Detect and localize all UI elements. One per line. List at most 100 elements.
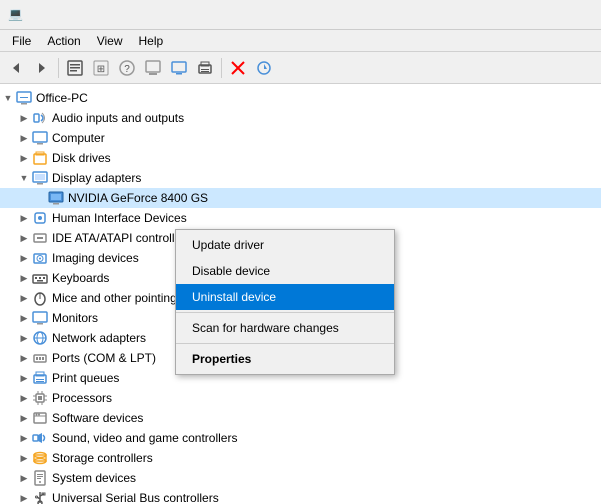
context-menu-separator [176,312,394,313]
menu-file[interactable]: File [4,32,39,50]
app-icon: 💻 [8,7,24,23]
menu-view[interactable]: View [89,32,131,50]
tree-item-label-storage: Storage controllers [52,451,153,465]
toolbar-monitor[interactable] [167,56,191,80]
tree-item-label-system: System devices [52,471,136,485]
context-menu-item-uninstall-device[interactable]: Uninstall device [176,284,394,310]
tree-item-label-display: Display adapters [52,171,141,185]
tree-item-icon-processors [32,390,48,406]
tree-item-icon-display [32,170,48,186]
toolbar-update-driver[interactable]: ⊞ [89,56,113,80]
context-menu: Update driverDisable deviceUninstall dev… [175,229,395,375]
tree-item-icon-monitors [32,310,48,326]
toolbar-disable[interactable] [226,56,250,80]
tree-item-label-print: Print queues [52,371,119,385]
tree-item-icon-ide [32,230,48,246]
menu-action[interactable]: Action [39,32,88,50]
tree-item-hid[interactable]: ▶ Human Interface Devices [0,208,601,228]
tree-item-label-nvidia: NVIDIA GeForce 8400 GS [68,191,208,205]
tree-expander[interactable]: ▶ [16,128,32,148]
tree-item-sound[interactable]: ▶ Sound, video and game controllers [0,428,601,448]
tree-item-nvidia[interactable]: NVIDIA GeForce 8400 GS [0,188,601,208]
toolbar-properties[interactable] [63,56,87,80]
context-menu-item-update-driver[interactable]: Update driver [176,232,394,258]
tree-expander[interactable]: ▶ [16,448,32,468]
tree-item-label-office-pc: Office-PC [36,91,88,105]
tree-expander[interactable]: ▶ [16,468,32,488]
tree-item-label-hid: Human Interface Devices [52,211,187,225]
tree-item-icon-keyboards [32,270,48,286]
tree-expander[interactable]: ▶ [16,268,32,288]
tree-item-label-computer: Computer [52,131,105,145]
tree-item-processors[interactable]: ▶ Processors [0,388,601,408]
tree-item-label-audio: Audio inputs and outputs [52,111,184,125]
tree-item-label-disk: Disk drives [52,151,111,165]
tree-item-system[interactable]: ▶ System devices [0,468,601,488]
tree-item-label-ports: Ports (COM & LPT) [52,351,156,365]
tree-expander[interactable]: ▼ [16,168,32,188]
toolbar-forward[interactable] [30,56,54,80]
tree-item-icon-system [32,470,48,486]
toolbar-printer[interactable] [193,56,217,80]
menu-help[interactable]: Help [131,32,172,50]
tree-item-label-usb: Universal Serial Bus controllers [52,491,219,504]
tree-expander[interactable]: ▶ [16,228,32,248]
tree-expander[interactable]: ▶ [16,488,32,504]
tree-item-icon-nvidia [48,190,64,206]
toolbar-sep-2 [221,58,222,78]
tree-expander[interactable]: ▶ [16,308,32,328]
tree-item-computer[interactable]: ▶ Computer [0,128,601,148]
tree-item-display[interactable]: ▼ Display adapters [0,168,601,188]
tree-item-icon-audio [32,110,48,126]
tree-item-label-sound: Sound, video and game controllers [52,431,237,445]
toolbar-back[interactable] [4,56,28,80]
tree-expander[interactable]: ▶ [16,148,32,168]
tree-item-usb[interactable]: ▶ Universal Serial Bus controllers [0,488,601,504]
tree-expander[interactable]: ▶ [16,428,32,448]
tree-expander[interactable]: ▶ [16,208,32,228]
tree-item-label-processors: Processors [52,391,112,405]
context-menu-item-properties[interactable]: Properties [176,346,394,372]
main-content: ▼ Office-PC ▶ Audio inputs and outputs ▶ Comp… [0,84,601,504]
tree-item-software[interactable]: ▶ Software devices [0,408,601,428]
svg-text:⊞: ⊞ [97,64,105,75]
tree-expander[interactable]: ▶ [16,288,32,308]
tree-item-icon-storage [32,450,48,466]
tree-item-label-monitors: Monitors [52,311,98,325]
toolbar-help[interactable]: ? [115,56,139,80]
tree-item-storage[interactable]: ▶ Storage controllers [0,448,601,468]
tree-item-icon-mice [32,290,48,306]
toolbar-scan-hw[interactable] [252,56,276,80]
tree-item-icon-computer [32,130,48,146]
context-menu-item-disable-device[interactable]: Disable device [176,258,394,284]
menu-bar: File Action View Help [0,30,601,52]
toolbar-scan[interactable] [141,56,165,80]
toolbar-sep-1 [58,58,59,78]
tree-expander[interactable]: ▶ [16,328,32,348]
tree-item-icon-office-pc [16,90,32,106]
toolbar: ⊞ ? [0,52,601,84]
context-menu-item-scan[interactable]: Scan for hardware changes [176,315,394,341]
title-bar: 💻 [0,0,601,30]
tree-expander[interactable]: ▶ [16,388,32,408]
tree-item-icon-software [32,410,48,426]
tree-item-label-ide: IDE ATA/ATAPI controllers [52,231,191,245]
tree-expander[interactable]: ▼ [0,88,16,108]
tree-expander[interactable]: ▶ [16,408,32,428]
tree-item-icon-network [32,330,48,346]
tree-item-label-software: Software devices [52,411,143,425]
tree-expander[interactable]: ▶ [16,108,32,128]
tree-item-icon-imaging [32,250,48,266]
tree-item-icon-print [32,370,48,386]
tree-item-audio[interactable]: ▶ Audio inputs and outputs [0,108,601,128]
tree-item-label-keyboards: Keyboards [52,271,109,285]
tree-expander[interactable]: ▶ [16,248,32,268]
tree-item-icon-usb [32,490,48,504]
tree-item-icon-sound [32,430,48,446]
tree-item-disk[interactable]: ▶ Disk drives [0,148,601,168]
tree-expander[interactable]: ▶ [16,348,32,368]
tree-item-icon-disk [32,150,48,166]
tree-item-office-pc[interactable]: ▼ Office-PC [0,88,601,108]
tree-item-label-imaging: Imaging devices [52,251,139,265]
tree-expander[interactable]: ▶ [16,368,32,388]
